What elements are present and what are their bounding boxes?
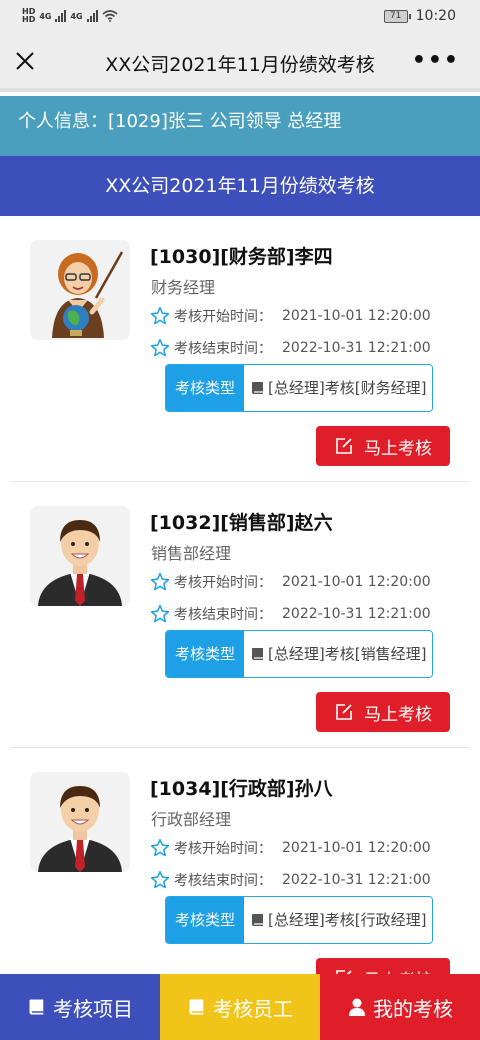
avatar — [30, 506, 130, 606]
assessment-type-value: [总经理]考核[财务经理] — [244, 365, 433, 411]
net2-label: 4G — [70, 11, 83, 21]
assessment-type-text: [总经理]考核[行政经理] — [268, 911, 427, 929]
businessman-avatar-icon — [30, 772, 130, 872]
assessment-type: 考核类型 [总经理]考核[销售经理] — [165, 630, 434, 678]
assessment-type-text: [总经理]考核[销售经理] — [268, 645, 427, 663]
assessment-type: 考核类型 [总经理]考核[行政经理] — [165, 896, 434, 944]
start-time-row: 考核开始时间： 2021-10-01 12:20:00 — [150, 572, 431, 592]
teacher-avatar-icon — [30, 240, 130, 340]
star-icon — [150, 838, 170, 857]
battery-icon: 71 — [383, 9, 411, 23]
start-time-row: 考核开始时间： 2021-10-01 12:20:00 — [150, 306, 431, 326]
book-icon — [252, 648, 264, 660]
end-time-label: 考核结束时间： — [174, 873, 272, 889]
start-assessment-label: 马上考核 — [364, 438, 432, 459]
wifi-icon — [102, 10, 118, 22]
title-bar: XX公司2021年11月份绩效考核 ••• — [0, 34, 480, 92]
nav-assessment-staff-label: 考核员工 — [213, 996, 293, 1021]
end-time-row: 考核结束时间： 2022-10-31 12:21:00 — [150, 870, 431, 890]
end-time-label: 考核结束时间： — [174, 341, 272, 357]
assessment-type-label: 考核类型 — [166, 897, 245, 943]
businessman-avatar-icon — [30, 506, 130, 606]
end-time-row: 考核结束时间： 2022-10-31 12:21:00 — [150, 604, 431, 624]
employee-card: [1032][销售部]赵六 销售部经理 考核开始时间： 2021-10-01 1… — [10, 482, 470, 748]
start-time-label: 考核开始时间： — [174, 575, 272, 591]
star-icon — [150, 338, 170, 357]
section-header: XX公司2021年11月份绩效考核 — [0, 156, 480, 216]
net1-label: 4G — [39, 11, 52, 21]
start-assessment-button[interactable]: 马上考核 — [316, 958, 450, 974]
nav-assessment-items[interactable]: 考核项目 — [0, 974, 160, 1040]
start-assessment-label: 马上考核 — [364, 966, 432, 975]
employee-card: [1030][财务部]李四 财务经理 考核开始时间： 2021-10-01 12… — [10, 216, 470, 482]
edit-icon — [336, 704, 352, 720]
employee-name: [1030][财务部]李四 — [150, 246, 333, 268]
start-time-value: 2021-10-01 12:20:00 — [282, 574, 431, 590]
start-time-value: 2021-10-01 12:20:00 — [282, 308, 431, 324]
end-time-value: 2022-10-31 12:21:00 — [282, 606, 431, 622]
star-icon — [150, 572, 170, 591]
personal-info-bar: 个人信息：[1029]张三 公司领导 总经理 — [0, 96, 480, 156]
assessment-type-label: 考核类型 — [166, 365, 245, 411]
sim2-label: HD — [22, 15, 36, 24]
employee-position: 财务经理 — [151, 278, 216, 297]
start-time-label: 考核开始时间： — [174, 309, 272, 325]
employee-card: [1034][行政部]孙八 行政部经理 考核开始时间： 2021-10-01 1… — [10, 748, 470, 974]
employee-position: 行政部经理 — [151, 810, 232, 829]
start-time-label: 考核开始时间： — [174, 841, 272, 857]
start-assessment-label: 马上考核 — [364, 704, 432, 725]
star-icon — [150, 604, 170, 623]
nav-my-assessment[interactable]: 我的考核 — [320, 974, 480, 1040]
page-title: XX公司2021年11月份绩效考核 — [105, 54, 375, 76]
status-bar: HD HD 4G 4G 71 10:20 — [0, 0, 480, 34]
start-assessment-button[interactable]: 马上考核 — [316, 692, 450, 732]
book-icon — [189, 999, 204, 1015]
assessment-type-value: [总经理]考核[销售经理] — [244, 631, 433, 677]
assessment-type-text: [总经理]考核[财务经理] — [268, 379, 427, 397]
employee-name: [1034][行政部]孙八 — [150, 778, 333, 800]
user-icon — [349, 998, 365, 1016]
nav-assessment-staff[interactable]: 考核员工 — [160, 974, 320, 1040]
end-time-value: 2022-10-31 12:21:00 — [282, 340, 431, 356]
start-time-row: 考核开始时间： 2021-10-01 12:20:00 — [150, 838, 431, 858]
assessment-type-label: 考核类型 — [166, 631, 245, 677]
book-icon — [252, 914, 264, 926]
start-assessment-button[interactable]: 马上考核 — [316, 426, 450, 466]
employee-position: 销售部经理 — [151, 544, 232, 563]
end-time-value: 2022-10-31 12:21:00 — [282, 872, 431, 888]
avatar — [30, 772, 130, 872]
signal-icon — [86, 10, 98, 22]
start-time-value: 2021-10-01 12:20:00 — [282, 840, 431, 856]
clock: 10:20 — [415, 8, 456, 24]
signal-indicators: HD HD 4G 4G — [22, 8, 118, 24]
bottom-nav: 考核项目 考核员工 我的考核 — [0, 974, 480, 1040]
avatar — [30, 240, 130, 340]
assessment-type-value: [总经理]考核[行政经理] — [244, 897, 433, 943]
star-icon — [150, 870, 170, 889]
employee-list[interactable]: [1030][财务部]李四 财务经理 考核开始时间： 2021-10-01 12… — [0, 216, 480, 974]
assessment-type: 考核类型 [总经理]考核[财务经理] — [165, 364, 434, 412]
star-icon — [150, 306, 170, 325]
nav-my-assessment-label: 我的考核 — [373, 996, 453, 1021]
end-time-label: 考核结束时间： — [174, 607, 272, 623]
signal-icon — [55, 10, 67, 22]
edit-icon — [336, 438, 352, 454]
book-icon — [29, 999, 44, 1015]
more-menu-icon[interactable]: ••• — [412, 48, 460, 73]
book-icon — [252, 382, 264, 394]
end-time-row: 考核结束时间： 2022-10-31 12:21:00 — [150, 338, 431, 358]
nav-assessment-items-label: 考核项目 — [53, 996, 133, 1021]
employee-name: [1032][销售部]赵六 — [150, 512, 333, 534]
